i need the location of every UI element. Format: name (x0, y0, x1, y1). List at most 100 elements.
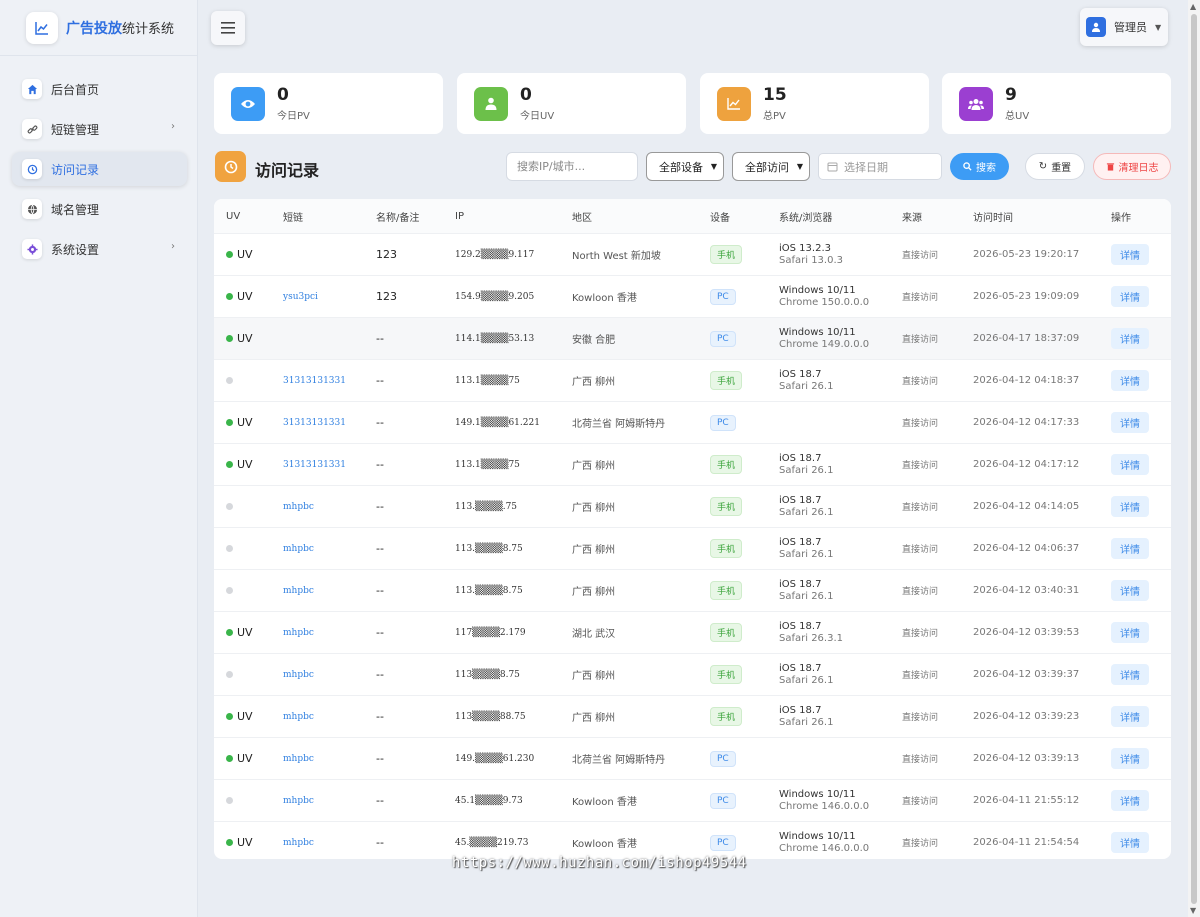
device-cell: PC (710, 414, 736, 431)
ip-cell: 117▒▒▒▒2.179 (455, 627, 526, 638)
visit-select[interactable]: 全部访问 ▼ (732, 152, 810, 181)
op-cell: 详情 (1111, 664, 1149, 685)
table-row[interactable]: UV ysu3pci 123 154.9▒▒▒▒9.205 Kowloon 香港 PC Wi… (214, 276, 1171, 318)
stat-label: 今日UV (520, 111, 555, 122)
detail-button[interactable]: 详情 (1111, 664, 1149, 685)
table-row[interactable]: UV 31313131331 -- 113.1▒▒▒▒75 广西 柳州 手机 iOS 18.… (214, 444, 1171, 486)
chevron-down-icon: ▼ (710, 162, 717, 171)
scroll-up-arrow-icon[interactable]: ▲ (1190, 2, 1196, 11)
menu-toggle-button[interactable] (211, 11, 245, 45)
os-browser-cell: iOS 18.7 Safari 26.1 (779, 495, 833, 519)
sidebar-item-visit-records[interactable]: 访问记录 (12, 152, 187, 186)
device-cell: PC (710, 792, 736, 809)
detail-button[interactable]: 详情 (1111, 832, 1149, 853)
detail-button[interactable]: 详情 (1111, 790, 1149, 811)
detail-button[interactable]: 详情 (1111, 622, 1149, 643)
brand[interactable]: 广告投放统计系统 (0, 0, 197, 56)
os-text: iOS 18.7 (779, 704, 822, 716)
time-cell: 2026-04-12 04:18:37 (973, 375, 1080, 386)
column-header: IP (455, 210, 464, 222)
table-row[interactable]: UV mhpbc -- 113▒▒▒▒88.75 广西 柳州 手机 iOS 18.7 Safa… (214, 696, 1171, 738)
region-cell: 广西 柳州 (572, 377, 616, 388)
table-row[interactable]: mhpbc -- 45.1▒▒▒▒9.73 Kowloon 香港 PC Windows 1… (214, 780, 1171, 822)
os-browser-cell: iOS 18.7 Safari 26.3.1 (779, 621, 843, 645)
os-browser-cell: iOS 18.7 Safari 26.1 (779, 705, 833, 729)
table-row[interactable]: 31313131331 -- 113.1▒▒▒▒75 广西 柳州 手机 iOS 18.7 S… (214, 360, 1171, 402)
table-row[interactable]: UV mhpbc -- 45.▒▒▒▒219.73 Kowloon 香港 PC Window… (214, 822, 1171, 859)
detail-button[interactable]: 详情 (1111, 538, 1149, 559)
os-browser-cell: iOS 18.7 Safari 26.1 (779, 369, 833, 393)
short-link[interactable]: mhpbc (283, 838, 314, 848)
table-row[interactable]: mhpbc -- 113.▒▒▒▒.75 广西 柳州 手机 iOS 18.7 Safari … (214, 486, 1171, 528)
short-link[interactable]: 31313131331 (283, 460, 346, 470)
table-row[interactable]: UV mhpbc -- 149.▒▒▒▒61.230 北荷兰省 阿姆斯特丹 PC 直接访问 2… (214, 738, 1171, 780)
search-button[interactable]: 搜索 (950, 153, 1009, 180)
short-link[interactable]: mhpbc (283, 670, 314, 680)
device-badge: 手机 (710, 371, 743, 390)
name-cell: 123 (376, 248, 397, 261)
sidebar-item-short-links[interactable]: 短链管理 › (12, 112, 187, 146)
sidebar-item-domains[interactable]: 域名管理 (12, 192, 187, 226)
detail-button[interactable]: 详情 (1111, 580, 1149, 601)
chevron-right-icon: › (171, 121, 175, 132)
scrollbar[interactable]: ▲ ▼ (1188, 0, 1200, 917)
search-input[interactable] (506, 152, 638, 181)
table-row[interactable]: UV -- 114.1▒▒▒▒53.13 安徽 合肥 PC Windows 10/11 Ch… (214, 318, 1171, 360)
table-row[interactable]: UV 31313131331 -- 149.1▒▒▒▒61.221 北荷兰省 阿姆斯特丹… (214, 402, 1171, 444)
uv-cell (226, 377, 237, 384)
calendar-icon (827, 162, 838, 172)
short-link[interactable]: mhpbc (283, 544, 314, 554)
device-badge: PC (710, 288, 736, 305)
short-link[interactable]: mhpbc (283, 754, 314, 764)
short-link[interactable]: ysu3pci (283, 292, 318, 302)
detail-button[interactable]: 详情 (1111, 412, 1149, 433)
time-cell: 2026-04-12 04:17:12 (973, 459, 1080, 470)
clear-log-button[interactable]: 清理日志 (1093, 153, 1171, 180)
short-link[interactable]: 31313131331 (283, 376, 346, 386)
detail-button[interactable]: 详情 (1111, 370, 1149, 391)
table-row[interactable]: mhpbc -- 113.▒▒▒▒8.75 广西 柳州 手机 iOS 18.7 Safari… (214, 528, 1171, 570)
detail-button[interactable]: 详情 (1111, 454, 1149, 475)
short-link[interactable]: mhpbc (283, 586, 314, 596)
date-picker[interactable]: 选择日期 (818, 153, 942, 180)
detail-button[interactable]: 详情 (1111, 706, 1149, 727)
refresh-icon: ↻ (1038, 161, 1048, 172)
detail-button[interactable]: 详情 (1111, 748, 1149, 769)
detail-button[interactable]: 详情 (1111, 244, 1149, 265)
scroll-thumb[interactable] (1191, 14, 1197, 904)
status-dot (226, 839, 233, 846)
detail-button[interactable]: 详情 (1111, 496, 1149, 517)
stat-label: 总UV (1005, 111, 1030, 122)
globe-icon (22, 199, 42, 219)
device-badge: 手机 (710, 245, 743, 264)
short-link[interactable]: mhpbc (283, 796, 314, 806)
table-header: UV 短链 名称/备注 IP 地区 设备 系统/浏览器 来源 访问时间 操作 (214, 199, 1171, 234)
stat-card-total-uv: 9 总UV (942, 73, 1171, 134)
name-cell: -- (376, 836, 384, 849)
admin-menu-button[interactable]: 管理员 ▼ (1080, 8, 1168, 46)
detail-button[interactable]: 详情 (1111, 328, 1149, 349)
table-row[interactable]: mhpbc -- 113.▒▒▒▒8.75 广西 柳州 手机 iOS 18.7 Safari… (214, 570, 1171, 612)
reset-button[interactable]: ↻ 重置 (1025, 153, 1085, 180)
op-cell: 详情 (1111, 454, 1149, 475)
scroll-down-arrow-icon[interactable]: ▼ (1190, 906, 1196, 915)
browser-text: Safari 26.1 (779, 506, 834, 518)
device-select[interactable]: 全部设备 ▼ (646, 152, 724, 181)
table-row[interactable]: UV mhpbc -- 117▒▒▒▒2.179 湖北 武汉 手机 iOS 18.7 Safa… (214, 612, 1171, 654)
short-link[interactable]: 31313131331 (283, 418, 346, 428)
sidebar-item-home[interactable]: 后台首页 (12, 72, 187, 106)
sidebar-item-settings[interactable]: 系统设置 › (12, 232, 187, 266)
os-text: iOS 18.7 (779, 536, 822, 548)
detail-button[interactable]: 详情 (1111, 286, 1149, 307)
status-dot (226, 755, 233, 762)
short-link[interactable]: mhpbc (283, 628, 314, 638)
table-row[interactable]: mhpbc -- 113▒▒▒▒8.75 广西 柳州 手机 iOS 18.7 Safari … (214, 654, 1171, 696)
history-icon (215, 151, 246, 182)
reset-button-label: 重置 (1051, 163, 1072, 174)
short-link[interactable]: mhpbc (283, 712, 314, 722)
device-badge: 手机 (710, 707, 743, 726)
uv-label: UV (237, 290, 253, 303)
short-link[interactable]: mhpbc (283, 502, 314, 512)
table-row[interactable]: UV 123 129.2▒▒▒▒9.117 North West 新加坡 手机 iOS 1… (214, 234, 1171, 276)
region-cell: 广西 柳州 (572, 545, 616, 556)
